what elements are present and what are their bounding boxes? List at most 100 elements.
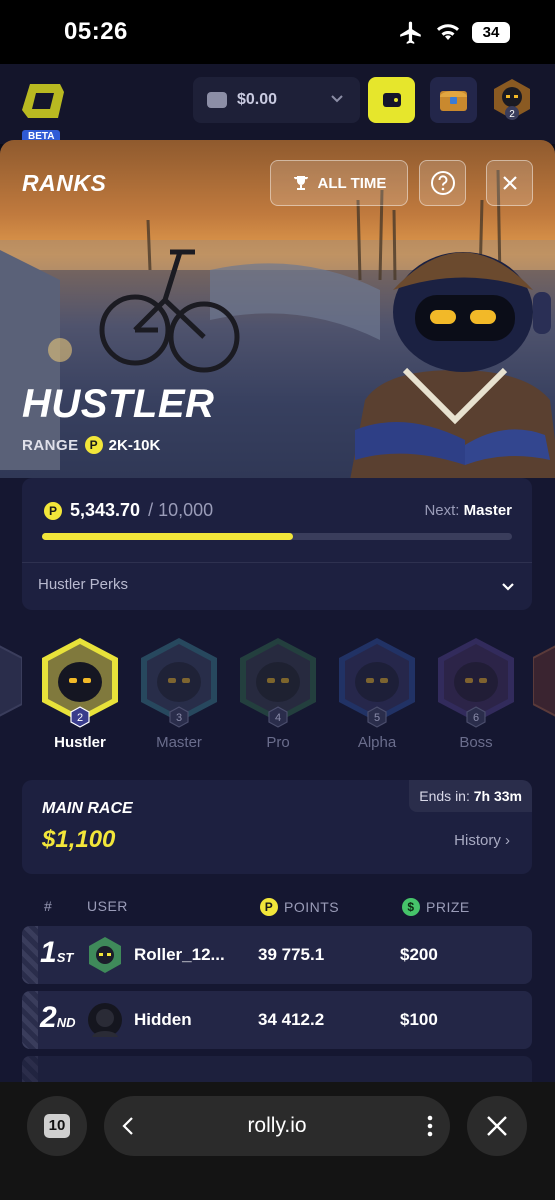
rolly-logo-icon[interactable] [20, 80, 66, 122]
wallet-button[interactable] [368, 77, 415, 123]
svg-text:3: 3 [176, 712, 182, 724]
row-rank-number: 1 [40, 936, 57, 969]
row-rank: 1ST [40, 936, 73, 970]
ranks-modal: RANKS ALL TIME HUSTLER RANGE P 2K-10K P … [0, 140, 555, 1100]
wallet-icon [382, 93, 401, 107]
next-tier-peek [533, 645, 555, 717]
tier-level-badge: 4 [268, 706, 288, 728]
row-prize: $200 [400, 945, 438, 964]
svg-text:5: 5 [374, 712, 380, 724]
progress-bar [42, 533, 512, 540]
tab-count: 10 [44, 1114, 70, 1138]
url-text: rolly.io [247, 1114, 307, 1137]
wifi-icon [437, 24, 459, 40]
range-value: 2K-10K [108, 436, 161, 454]
leaderboard-header: # USER P POINTS $ PRIZE [22, 898, 532, 918]
col-points: P POINTS [260, 898, 339, 916]
wallet-balance-dropdown[interactable]: $0.00 [193, 77, 360, 123]
rank-range: RANGE P 2K-10K [22, 436, 160, 454]
leaderboard-row[interactable]: 2ND Hidden 34 412.2 $100 [22, 991, 532, 1049]
rewards-chest-button[interactable] [430, 77, 477, 123]
battery-icon: 34 [472, 22, 510, 43]
previous-tier-peek [0, 645, 22, 717]
status-time: 05:26 [64, 18, 128, 45]
row-rank-suffix: ND [56, 1015, 76, 1030]
tier-level-badge: 6 [466, 706, 486, 728]
tier-alpha[interactable]: 5 Alpha [332, 630, 422, 751]
history-label: History [454, 832, 501, 849]
status-bar: 05:26 34 [0, 0, 555, 64]
points-coin-icon: P [260, 898, 278, 916]
progress-max: / 10,000 [148, 500, 214, 520]
tier-name: Boss [459, 734, 493, 751]
chevron-down-icon [331, 95, 343, 103]
wallet-balance: $0.00 [237, 91, 278, 108]
user-avatar [88, 1003, 122, 1037]
col-prize: $ PRIZE [402, 898, 470, 916]
browser-toolbar: 10 rolly.io [0, 1082, 555, 1200]
all-time-label: ALL TIME [317, 174, 387, 192]
tier-level-badge: 2 [70, 706, 90, 728]
tabs-button[interactable]: 10 [27, 1096, 87, 1156]
points-coin-icon: P [84, 436, 103, 454]
divider [22, 562, 532, 563]
svg-text:6: 6 [473, 712, 479, 724]
more-options-icon[interactable] [426, 1114, 434, 1138]
next-rank: Next: Master [424, 502, 512, 519]
race-history-link[interactable]: History › [454, 832, 510, 849]
rank-tiers-carousel[interactable]: 2 Hustler 3 Master 4 Pro 5 Alpha 6 Boss [0, 630, 555, 760]
perks-toggle-label[interactable]: Hustler Perks [38, 576, 128, 593]
progress-current: 5,343.70 [70, 500, 141, 520]
tier-name: Alpha [357, 734, 397, 751]
row-rank: 2ND [40, 1001, 75, 1035]
progress-points: P 5,343.70 / 10,000 [44, 500, 213, 521]
svg-text:2: 2 [77, 712, 83, 724]
profile-avatar-button[interactable]: 2 [490, 77, 534, 123]
app-header: BETA $0.00 2 [0, 64, 555, 144]
ends-value: 7h 33m [473, 788, 522, 804]
address-bar[interactable]: rolly.io [104, 1096, 450, 1156]
rank-progress-card: P 5,343.70 / 10,000 Next: Master Hustler… [22, 478, 532, 610]
treasure-chest-icon [440, 91, 467, 111]
svg-text:4: 4 [275, 712, 281, 724]
main-race-card: MAIN RACE $1,100 Ends in: 7h 33m History… [22, 780, 532, 874]
close-icon [487, 1116, 507, 1136]
airplane-icon [400, 21, 421, 44]
row-points: 39 775.1 [258, 945, 325, 964]
question-icon [430, 171, 455, 195]
tier-name: Hustler [54, 734, 106, 751]
row-username: Roller_12... [134, 945, 225, 964]
profile-level-badge: 2 [509, 109, 515, 120]
race-title: MAIN RACE [42, 800, 133, 817]
rank-hero-banner: RANKS ALL TIME HUSTLER RANGE P 2K-10K [0, 140, 555, 478]
tier-master[interactable]: 3 Master [134, 630, 224, 751]
leaderboard-row[interactable]: 1ST Roller_12... 39 775.1 $200 [22, 926, 532, 984]
row-prize: $100 [400, 1010, 438, 1029]
close-button[interactable] [486, 160, 533, 206]
checkered-flag [22, 991, 38, 1049]
ends-label: Ends in: [419, 788, 470, 804]
current-rank-name: HUSTLER [22, 382, 215, 426]
help-button[interactable] [419, 160, 466, 206]
browser-close-button[interactable] [467, 1096, 527, 1156]
chevron-down-icon[interactable] [500, 578, 516, 594]
ranks-title: RANKS [22, 170, 107, 196]
dollar-coin-icon: $ [402, 898, 420, 916]
race-countdown: Ends in: 7h 33m [409, 780, 532, 812]
tier-hustler[interactable]: 2 Hustler [35, 630, 125, 751]
col-prize-label: PRIZE [426, 899, 470, 915]
row-rank-suffix: ST [56, 950, 74, 965]
row-username: Hidden [134, 1010, 192, 1029]
race-prize-pool: $1,100 [42, 826, 116, 853]
close-icon [502, 176, 517, 190]
wallet-icon [207, 92, 227, 108]
hustler-mascot-image [350, 252, 555, 478]
row-points: 34 412.2 [258, 1010, 325, 1029]
tier-name: Master [156, 734, 202, 751]
tier-boss[interactable]: 6 Boss [431, 630, 521, 751]
all-time-filter-button[interactable]: ALL TIME [270, 160, 408, 206]
tier-pro[interactable]: 4 Pro [233, 630, 323, 751]
col-user: USER [87, 898, 128, 914]
next-rank-label: Next: [424, 502, 460, 519]
row-rank-number: 2 [40, 1001, 57, 1034]
